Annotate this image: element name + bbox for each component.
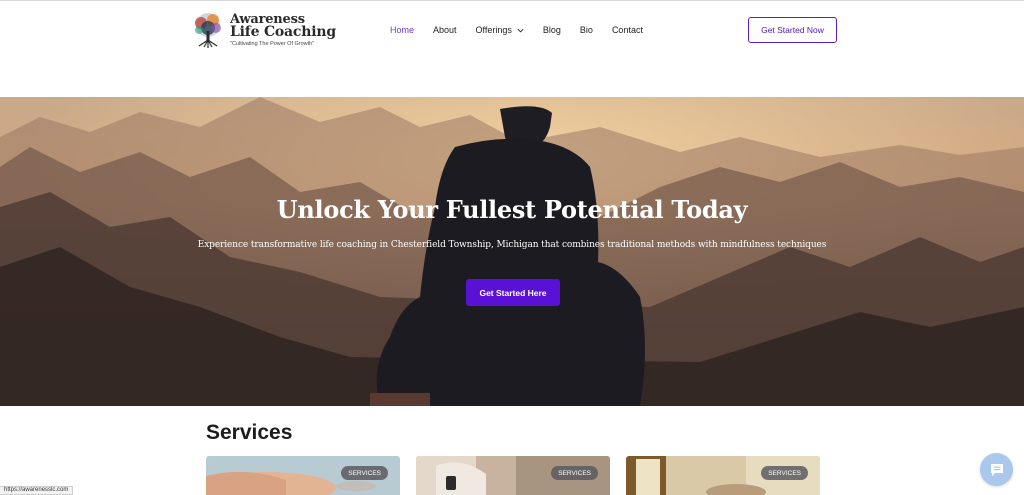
service-category-badge: SERVICES [341, 466, 388, 480]
nav-item-blog[interactable]: Blog [543, 25, 561, 35]
service-category-badge: SERVICES [551, 466, 598, 480]
get-started-now-button[interactable]: Get Started Now [748, 17, 837, 43]
chevron-down-icon [517, 28, 524, 33]
service-card[interactable]: SERVICES [206, 456, 400, 495]
get-started-here-button[interactable]: Get Started Here [466, 279, 560, 306]
brand-tagline: "Cultivating The Power Of Growth" [230, 41, 315, 47]
tree-logo-icon [195, 13, 221, 48]
service-card[interactable]: SERVICES [626, 456, 820, 495]
chat-bubble-icon [990, 463, 1003, 476]
browser-status-url: https://awarenesslc.com [0, 486, 74, 495]
service-card[interactable]: SERVICES [416, 456, 610, 495]
brand-name-line2: Life Coaching [230, 24, 336, 40]
nav-item-about[interactable]: About [433, 25, 457, 35]
hero-subtitle: Experience transformative life coaching … [197, 240, 827, 250]
service-category-badge: SERVICES [761, 466, 808, 480]
services-heading: Services [206, 421, 293, 444]
nav-item-offerings[interactable]: Offerings [476, 25, 524, 35]
nav-item-contact[interactable]: Contact [612, 25, 643, 35]
site-logo[interactable]: Awareness Life Coaching "Cultivating The… [189, 9, 349, 51]
hero-background-image [0, 97, 1024, 406]
chat-button[interactable] [980, 453, 1013, 486]
nav-item-bio[interactable]: Bio [580, 25, 593, 35]
nav-item-home[interactable]: Home [390, 25, 414, 35]
hero-title: Unlock Your Fullest Potential Today [276, 195, 748, 224]
nav-item-offerings-label: Offerings [475, 25, 512, 35]
main-nav: Home About Offerings Blog Bio Contact [390, 23, 662, 37]
hero-section: Unlock Your Fullest Potential Today Expe… [0, 97, 1024, 406]
site-header: Awareness Life Coaching "Cultivating The… [0, 1, 1024, 97]
